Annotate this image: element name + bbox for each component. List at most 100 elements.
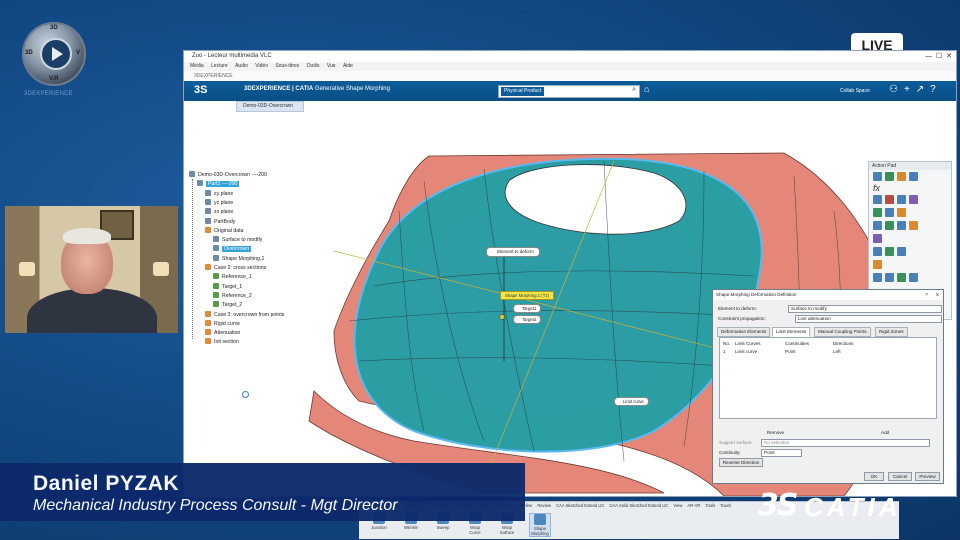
tree-node-label: Overcrown [222,246,252,253]
menu-item[interactable]: Vue [327,63,336,69]
search-icon[interactable]: ⌕ [632,86,636,94]
toolbar-tab[interactable]: CAA Sketched Extend UC [556,503,604,508]
formula-icon[interactable]: fx [869,183,951,193]
table-cell[interactable]: Limit curve [735,349,757,354]
toolbar-tab[interactable]: Touch [720,503,731,508]
tool-icon[interactable] [873,208,882,217]
tree-node[interactable]: PartBody [205,217,235,227]
tree-node[interactable]: xy plane [205,189,233,199]
document-tab[interactable]: Demo-03D-Overcrown [236,101,305,112]
tool-icon[interactable] [873,234,882,243]
toolbar-tab[interactable]: View [673,503,682,508]
continuity-select[interactable]: Point [761,449,802,457]
tool-icon[interactable] [873,247,882,256]
toolbar-tab[interactable]: AR-VR [687,503,700,508]
tree-node[interactable]: Target_2 [213,301,242,310]
tool-icon[interactable] [873,273,882,282]
address-text: 3DEXPERIENCE [194,73,233,79]
toolbar-tab[interactable]: Review [537,503,551,508]
element-to-deform-field[interactable]: Surface to modify [788,305,942,313]
label-target2[interactable]: Target2 [513,315,542,324]
menu-item[interactable]: Vidéo [255,63,268,69]
tree-node[interactable]: Case 2: cross sections [205,264,266,273]
tool-icon[interactable] [897,247,906,256]
ds-compass-icon[interactable]: 3S [194,84,210,98]
remove-button[interactable]: Remove [767,430,784,435]
menu-item[interactable]: Sous-titres [275,63,299,69]
tree-node[interactable]: Reference_1 [213,273,252,282]
label-shape-morphing[interactable]: Shape Morphing.1 (T1) [500,291,555,300]
catia-logo: 3S CATIA [758,488,938,523]
menu-item[interactable]: Outils [307,63,320,69]
tag-icon[interactable]: ⌂ [644,84,649,94]
tree-node[interactable]: Shape Morphing.1 [213,254,264,264]
toolbar-tool[interactable]: Shape Morphing [529,513,551,537]
tool-icon[interactable] [909,273,918,282]
cancel-button[interactable]: Cancel [888,472,912,481]
tree-node-icon [205,310,211,317]
tool-icon[interactable] [897,195,906,204]
tree-node[interactable]: Surface to modify [213,236,262,245]
preview-button[interactable]: Preview [915,472,940,481]
tool-icon[interactable] [909,195,918,204]
tree-node[interactable]: Target_1 [213,282,242,292]
menu-item[interactable]: Média [190,63,204,69]
tool-icon[interactable] [885,172,894,181]
toolbar-tab[interactable]: Tools [705,503,715,508]
continuity-label: Continuity: [719,450,741,455]
help-button[interactable]: ? [925,292,928,297]
table-cell[interactable]: Left [833,349,841,354]
tree-node[interactable]: Attenuation [205,329,240,338]
tool-icon[interactable] [885,195,894,204]
ok-button[interactable]: OK [864,472,884,481]
tool-icon[interactable] [873,195,882,204]
tool-icon[interactable] [897,273,906,282]
tree-node[interactable]: Demo-03D-Overcrown ----200 [189,171,267,180]
tree-node[interactable]: Reference_2 [213,291,252,301]
close-button[interactable]: X [936,292,939,297]
toolbar-tab[interactable]: CAA Solid Sketched Extend UC [609,503,668,508]
table-cell[interactable]: Point [785,349,795,354]
tree-node[interactable]: zx plane [205,208,233,217]
tool-icon[interactable] [873,221,882,230]
tool-icon[interactable] [897,221,906,230]
tool-icon[interactable] [885,221,894,230]
search-field[interactable]: Physical Product ⌕ [498,85,640,98]
window-controls[interactable]: — ☐ ✕ [925,51,952,62]
constraint-propagation-select[interactable]: Line attenuation [795,315,942,323]
tree-node[interactable]: Rigid curve [205,319,240,329]
tab-manual-coupling-points[interactable]: Manual Coupling Points [814,327,871,337]
tool-icon[interactable] [885,247,894,256]
menu-item[interactable]: Lecture [211,63,228,69]
tree-node[interactable]: Init section [205,338,239,347]
search-scope-dropdown[interactable]: Physical Product [501,87,545,96]
tree-node[interactable]: Original data [205,226,243,236]
tab-rigid-zones[interactable]: Rigid Zones [875,327,908,337]
tool-icon[interactable] [873,172,882,181]
label-element-to-deform[interactable]: Element to deform [486,247,540,257]
tree-node[interactable]: Overcrown [213,245,252,254]
add-button[interactable]: Add [881,430,889,435]
tree-node[interactable]: Case 3: overcrown from points [205,310,284,320]
top-right-icons[interactable]: ⚇+↗? [889,84,942,95]
menu-item[interactable]: Aide [343,63,353,69]
tool-icon[interactable] [885,273,894,282]
tree-node[interactable]: Part1 ----200 [197,180,240,189]
tool-icon[interactable] [873,260,882,269]
table-cell[interactable]: 1 [723,349,726,354]
support-surface-field[interactable]: No selection [761,439,930,447]
tree-node[interactable]: yz plane [205,198,233,208]
tool-icon[interactable] [909,221,918,230]
tool-icon[interactable] [897,208,906,217]
tool-icon[interactable] [897,172,906,181]
tool-icon[interactable] [909,172,918,181]
menu-item[interactable]: Audio [235,63,248,69]
reverse-direction-button[interactable]: Reverse Direction [719,458,763,467]
tab-limit-elements[interactable]: Limit Elements [772,327,811,337]
collab-space-selector[interactable]: Collab Space [840,88,870,94]
label-limit-curve[interactable]: Limit curve [614,397,649,406]
label-target1[interactable]: Target1 [513,304,542,313]
logo-letter-left: 3D [25,50,33,56]
tool-icon[interactable] [885,208,894,217]
tab-deformation-elements[interactable]: Deformation Elements [717,327,771,337]
